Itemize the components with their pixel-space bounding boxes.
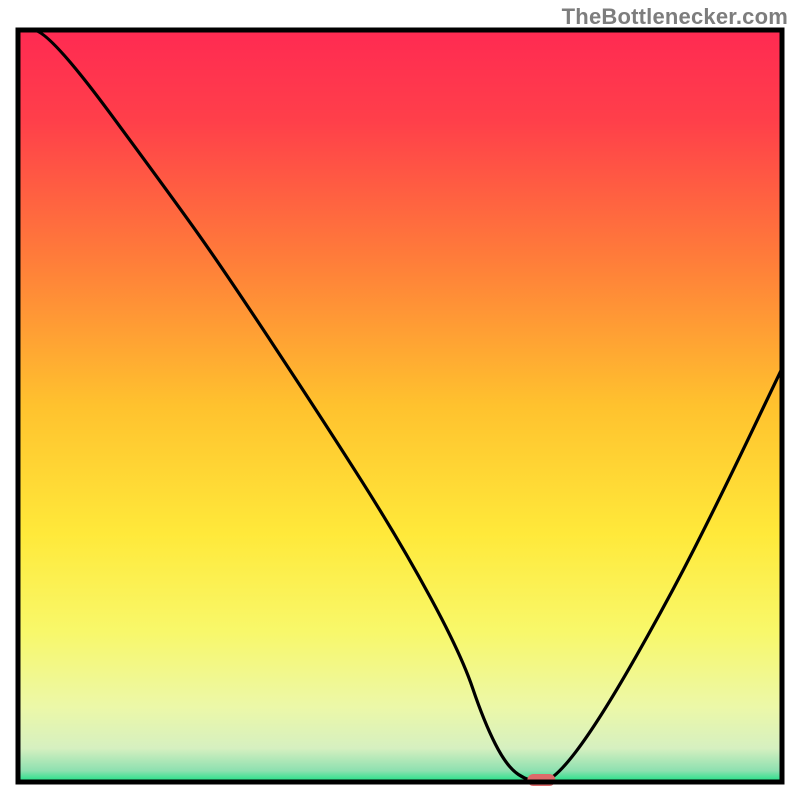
bottleneck-chart: TheBottlenecker.com [0,0,800,800]
attribution-label: TheBottlenecker.com [562,4,788,30]
chart-svg [0,0,800,800]
plot-area [18,30,782,786]
